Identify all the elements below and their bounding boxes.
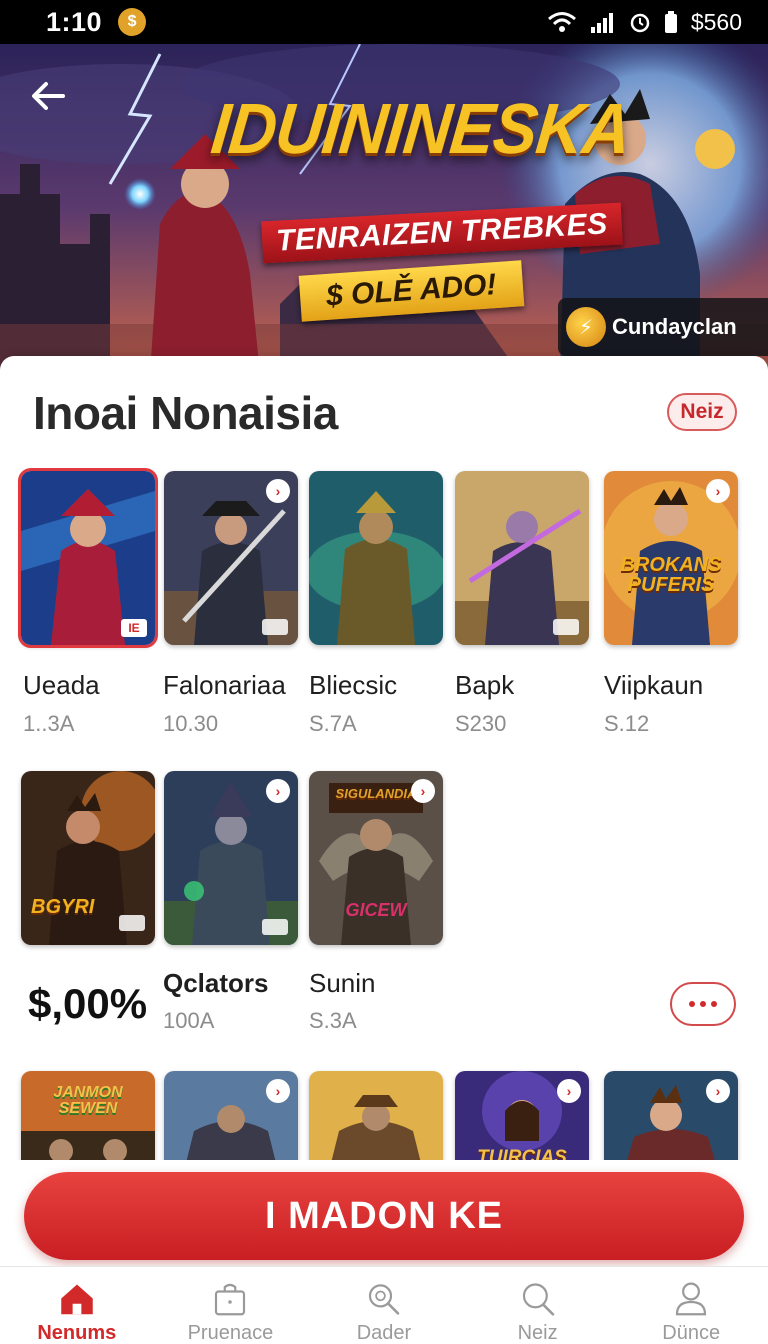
game-card-2[interactable]: › <box>164 471 298 645</box>
nav-label: Dünce <box>662 1322 721 1344</box>
card-art-title: GICEW <box>345 900 407 920</box>
brand-logo-icon: ⚡ <box>566 307 606 347</box>
status-bar: 1:10 $ $560 <box>0 0 768 44</box>
nav-item-dader[interactable]: Dader <box>307 1267 461 1344</box>
price-highlight: $,00% <box>28 980 148 1027</box>
bottom-nav: Nenums Pruenace Dader Neiz Dünce <box>0 1266 768 1344</box>
game-name: Bliecsic <box>309 670 398 700</box>
coin-icon: $ <box>118 8 147 36</box>
brand-name: Cundayclan <box>612 314 737 339</box>
card-chip <box>553 619 579 635</box>
game-card-13[interactable]: › <box>604 1071 738 1171</box>
status-time: 1:10 <box>46 6 103 37</box>
card-art-title: JANMON SEWEN <box>53 1084 123 1117</box>
game-name: Sunin <box>309 968 376 998</box>
hero-banner[interactable]: IDUININESKA TENRAIZEN TREBKES $ OLĚ ADO!… <box>0 44 768 374</box>
game-card-6[interactable]: BGYRI <box>21 771 155 945</box>
game-price: S.7A <box>309 711 357 736</box>
nav-item-purchase[interactable]: Pruenace <box>154 1267 308 1344</box>
card-play-icon: › <box>706 1079 730 1103</box>
game-price: S.3A <box>309 1008 357 1033</box>
dot-icon <box>700 1001 706 1007</box>
wifi-icon <box>547 11 577 33</box>
game-card-9[interactable]: JANMON SEWEN <box>21 1071 155 1171</box>
game-price: 1..3A <box>23 711 75 736</box>
hero-title: IDUININESKA <box>207 88 635 168</box>
card-chip <box>262 919 288 935</box>
card-chip <box>262 619 288 635</box>
nav-item-home[interactable]: Nenums <box>0 1267 154 1344</box>
game-name: Viipkaun <box>604 670 704 700</box>
game-name: Falonariaa <box>163 670 286 700</box>
dot-icon <box>689 1001 695 1007</box>
nav-label: Dader <box>356 1322 412 1344</box>
bag-icon <box>215 1283 246 1316</box>
new-badge[interactable]: Neiz <box>667 393 737 431</box>
card-art-title: BGYRI <box>31 896 95 918</box>
game-card-art <box>309 1071 443 1171</box>
game-card-3[interactable] <box>309 471 443 645</box>
nav-label: Pruenace <box>187 1322 274 1344</box>
card-play-icon: › <box>706 479 730 503</box>
search-alt-icon <box>368 1284 400 1315</box>
back-button[interactable] <box>28 76 68 116</box>
signal-icon <box>589 11 617 33</box>
card-play-icon: › <box>266 1079 290 1103</box>
status-right-text: $560 <box>690 8 742 35</box>
game-name: Ueada <box>23 670 100 700</box>
card-play-icon: › <box>557 1079 581 1103</box>
game-card-7[interactable]: › <box>164 771 298 945</box>
game-card-8[interactable]: SIGULANDIA GICEW › <box>309 771 443 945</box>
content-panel: Inoai Nonaisia Neiz IE › BROKANS PUFERIS… <box>0 356 768 1176</box>
game-card-5[interactable]: BROKANS PUFERIS › <box>604 471 738 645</box>
card-chip <box>119 915 145 931</box>
more-options-button[interactable] <box>670 982 736 1026</box>
game-card-10[interactable]: › <box>164 1071 298 1171</box>
nav-label: Nenums <box>37 1322 117 1344</box>
status-right-group: $560 <box>547 9 742 36</box>
game-name: Bapk <box>455 670 515 700</box>
card-play-icon: › <box>266 479 290 503</box>
alarm-icon <box>629 11 651 33</box>
home-icon <box>61 1284 93 1315</box>
nav-item-profile[interactable]: Dünce <box>614 1267 768 1344</box>
game-name: Qclators <box>163 968 269 998</box>
battery-icon <box>663 10 679 34</box>
primary-cta-button[interactable]: I MADON KE <box>24 1172 744 1260</box>
card-play-icon: › <box>411 779 435 803</box>
game-card-11[interactable] <box>309 1071 443 1171</box>
nav-item-search[interactable]: Neiz <box>461 1267 615 1344</box>
game-price: S.12 <box>604 711 650 736</box>
card-play-icon: › <box>266 779 290 803</box>
nav-label: Neiz <box>517 1322 558 1344</box>
cta-container: I MADON KE <box>0 1160 768 1266</box>
game-card-12[interactable]: TUIRCIAS › <box>455 1071 589 1171</box>
profile-icon <box>676 1282 707 1316</box>
game-price: 10.30 <box>163 711 219 736</box>
game-card-1[interactable]: IE <box>18 468 158 648</box>
card-art-title: BROKANS PUFERIS <box>620 554 722 596</box>
game-price: 100A <box>163 1008 215 1033</box>
game-price: S230 <box>455 711 507 736</box>
game-card-art <box>309 471 443 645</box>
card-corner-label: IE <box>121 619 147 637</box>
brand-badge: ⚡ Cundayclan <box>558 298 768 356</box>
back-arrow-icon <box>32 82 65 110</box>
search-icon <box>522 1283 554 1316</box>
dot-icon <box>711 1001 717 1007</box>
game-card-4[interactable] <box>455 471 589 645</box>
section-title: Inoai Nonaisia <box>33 387 338 439</box>
